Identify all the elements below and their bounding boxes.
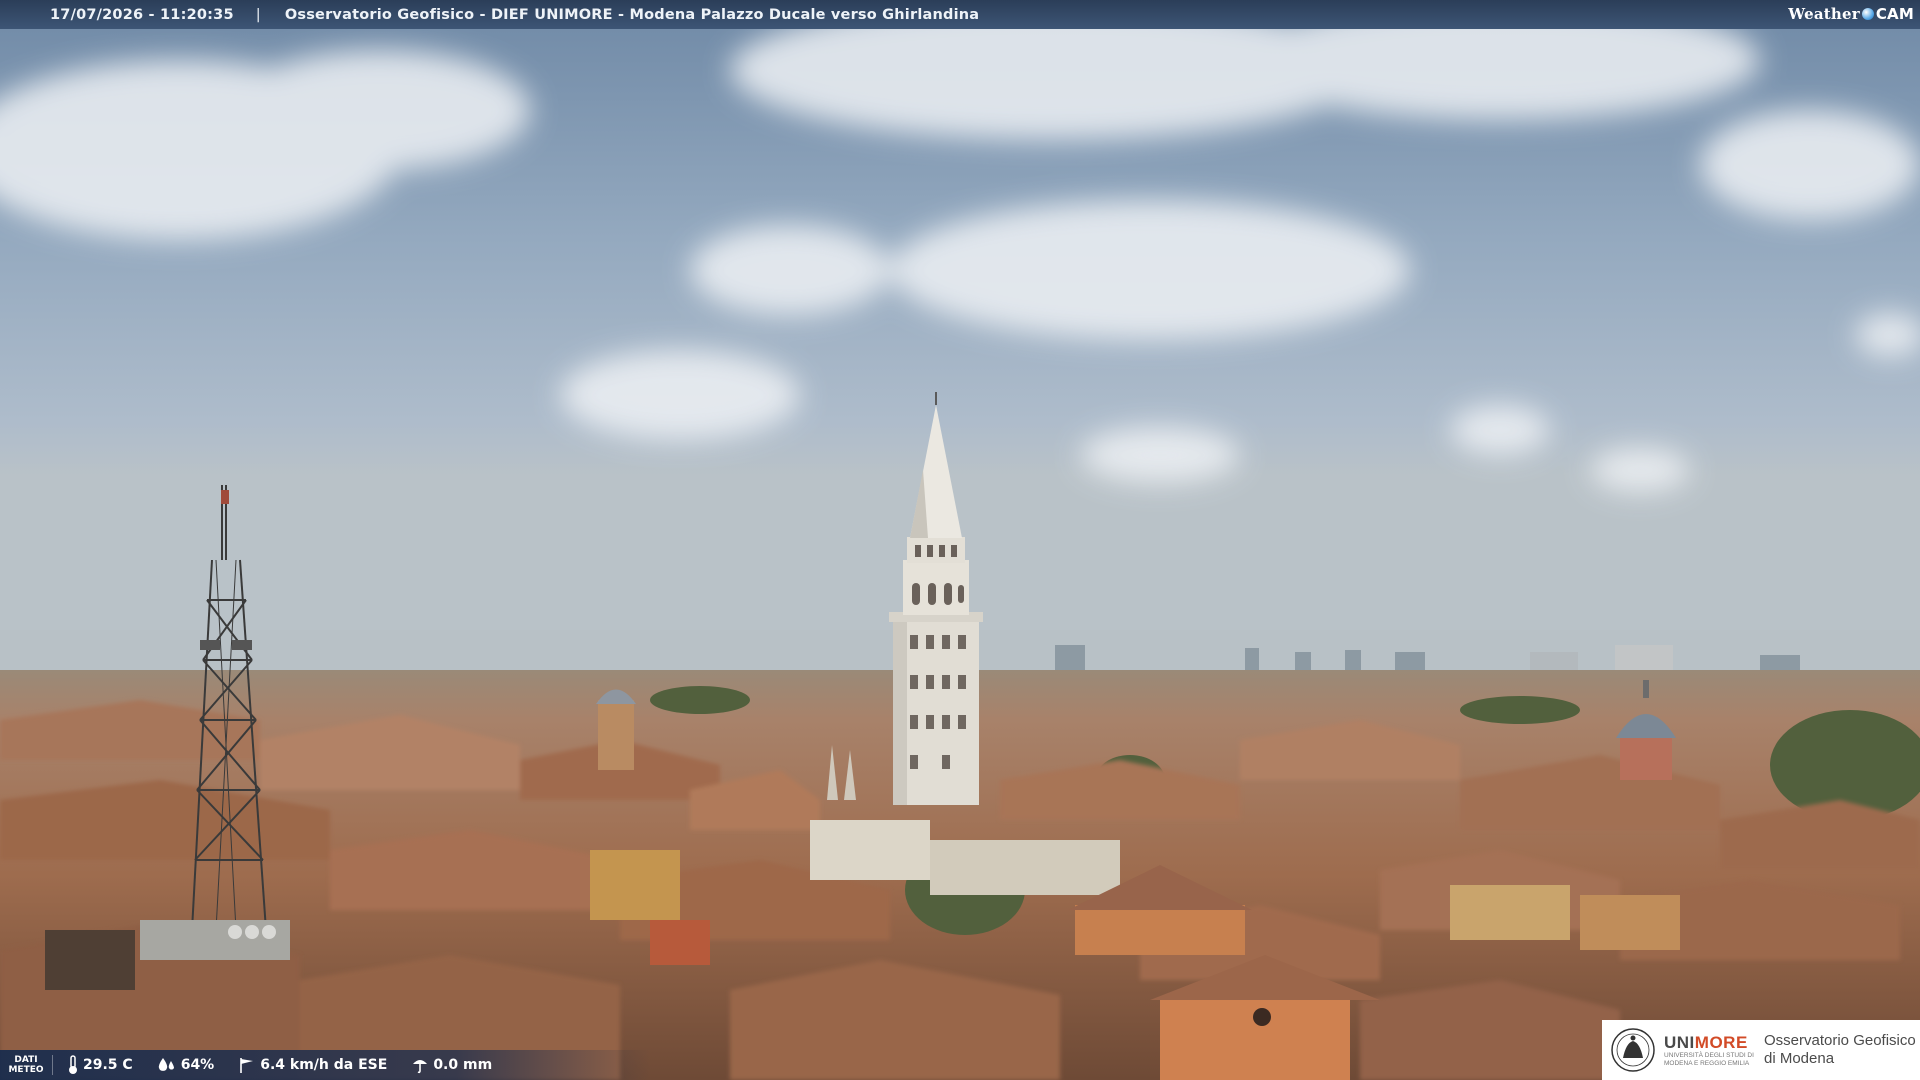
observatory-name: Osservatorio Geofisico di Modena xyxy=(1764,1032,1916,1068)
rain-reading: 0.0 mm xyxy=(411,1056,492,1074)
unimore-subtitle: UNIVERSITÀ DEGLI STUDI DI MODENA E REGGI… xyxy=(1664,1052,1754,1067)
rain-gauge-icon xyxy=(413,1060,428,1074)
weather-label-line1: DATI xyxy=(14,1055,38,1065)
weathercam-logo-cam: CAM xyxy=(1875,5,1914,23)
observatory-line2: di Modena xyxy=(1764,1050,1835,1067)
humidity-reading: 64% xyxy=(157,1056,215,1074)
weathercam-logo: Weather CAM xyxy=(1788,2,1914,26)
humidity-value: 64% xyxy=(180,1057,215,1073)
unimore-uni: UNI xyxy=(1664,1033,1695,1052)
webcam-image xyxy=(0,0,1920,1080)
weathercam-logo-weather: Weather xyxy=(1788,5,1860,23)
thermometer-icon xyxy=(69,1055,77,1074)
weather-data-label: DATI METEO xyxy=(0,1055,53,1075)
wind-value: 6.4 km/h da ESE xyxy=(260,1057,388,1073)
wind-reading: 6.4 km/h da ESE xyxy=(238,1056,387,1074)
camera-title: Osservatorio Geofisico - DIEF UNIMORE - … xyxy=(284,6,980,23)
timestamp: 17/07/2026 - 11:20:35 xyxy=(50,6,234,23)
unimore-badge: UNIMORE UNIVERSITÀ DEGLI STUDI DI MODENA… xyxy=(1602,1020,1920,1080)
title-bar: 17/07/2026 - 11:20:35 | Osservatorio Geo… xyxy=(0,0,1920,29)
temperature-reading: 29.5 C xyxy=(67,1055,133,1075)
humidity-icon xyxy=(158,1058,174,1071)
separator: | xyxy=(255,6,261,23)
mast-dishes xyxy=(228,925,276,939)
observatory-line1: Osservatorio Geofisico xyxy=(1764,1032,1916,1049)
rain-value: 0.0 mm xyxy=(433,1057,493,1073)
dark-building xyxy=(45,930,135,990)
unimore-more: MORE xyxy=(1694,1033,1748,1052)
wind-icon xyxy=(240,1058,254,1073)
unimore-seal-icon xyxy=(1611,1028,1655,1072)
temperature-value: 29.5 C xyxy=(83,1057,133,1073)
weather-data-strip: DATI METEO 29.5 C 64% 6.4 km/h da ESE 0.… xyxy=(0,1050,650,1080)
unimore-name: UNIMORE xyxy=(1664,1033,1754,1052)
unimore-wordmark: UNIMORE UNIVERSITÀ DEGLI STUDI DI MODENA… xyxy=(1664,1033,1754,1067)
weather-label-line2: METEO xyxy=(8,1065,44,1075)
weathercam-globe-icon xyxy=(1861,8,1874,20)
